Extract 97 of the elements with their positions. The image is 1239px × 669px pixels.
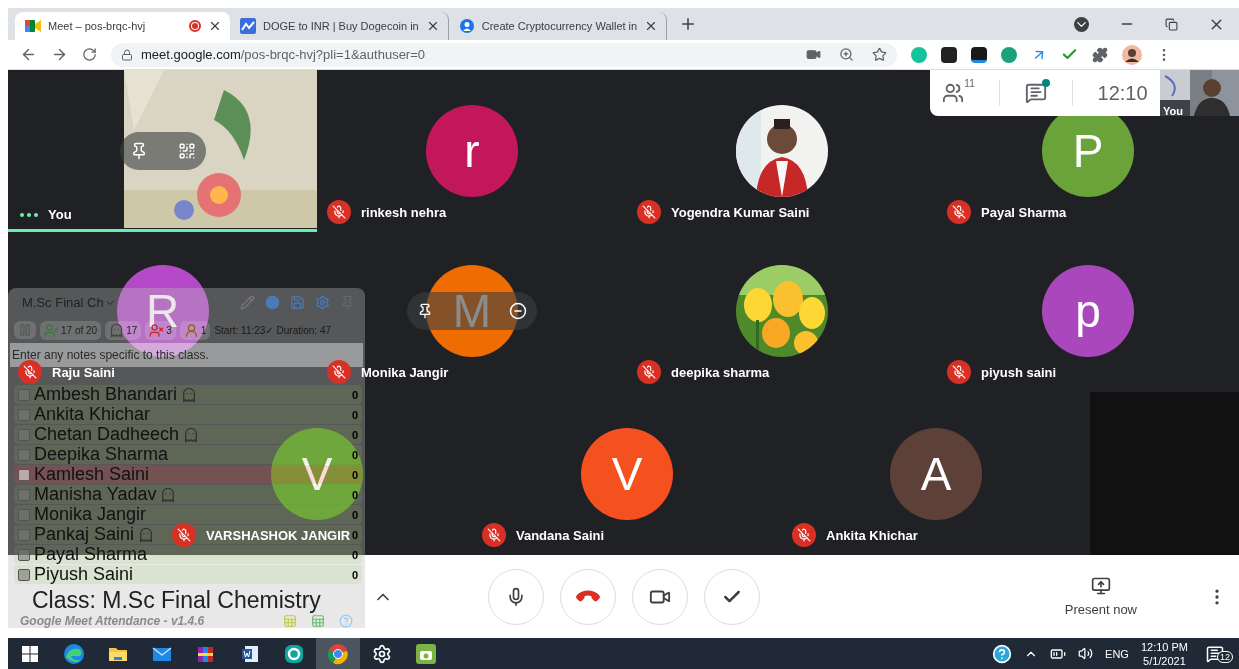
join-count: 0 <box>351 449 358 461</box>
avatar: M <box>426 265 518 357</box>
pin-icon[interactable] <box>417 303 433 319</box>
join-count: 0 <box>351 429 358 441</box>
student-name: Ambesh Bhandari <box>34 385 178 405</box>
student-name: Manisha Yadav <box>34 485 157 505</box>
student-name: Chetan Dadheech <box>34 425 180 445</box>
participant-name: piyush saini <box>981 364 1057 380</box>
participant-name: Payal Sharma <box>981 204 1067 220</box>
checkbox[interactable] <box>18 509 30 521</box>
checkbox[interactable] <box>18 569 30 581</box>
user-icon <box>183 322 199 338</box>
browser-tab[interactable]: Meet – pos-brqc-hvj <box>15 12 230 40</box>
checkbox[interactable] <box>18 409 30 421</box>
meeting-time: 12:10 <box>1097 81 1148 105</box>
camera-icon[interactable] <box>806 47 821 62</box>
close-icon[interactable] <box>208 19 222 33</box>
dropdown-icon[interactable] <box>1074 16 1089 32</box>
windows-icon <box>22 645 38 662</box>
ghost-icon <box>109 322 125 338</box>
chart-icon <box>240 18 256 34</box>
class-label: Class: M.Sc Final Chemistry <box>31 587 322 614</box>
reload-icon[interactable] <box>82 47 97 62</box>
avatar: p <box>1042 265 1134 357</box>
browser-icon[interactable] <box>63 642 85 665</box>
student-row[interactable]: Ankita Khichar 0 <box>14 405 362 425</box>
student-name: Pankaj Saini <box>34 525 135 545</box>
join-count: 0 <box>351 569 358 581</box>
student-row[interactable]: Monika Jangir 0 <box>14 505 362 525</box>
join-count: 0 <box>351 549 358 561</box>
join-count: 0 <box>351 469 358 481</box>
lock-icon <box>121 48 133 61</box>
student-name: Piyush Saini <box>34 565 134 585</box>
participant-name: deepika sharma <box>671 364 770 380</box>
user-check-icon <box>44 322 59 338</box>
tab-title: Create Cryptocurrency Wallet in <box>481 20 638 32</box>
volume-icon[interactable] <box>1078 646 1094 661</box>
url-text: meet.google.com/pos-brqc-hvj?pli=1&authuser=0 <box>141 47 425 62</box>
clock[interactable]: 12:10 PM 5/1/2021 <box>1140 639 1188 668</box>
present-now-button[interactable]: Present now <box>1064 576 1137 617</box>
screen-upload-icon <box>1090 576 1111 596</box>
robot-icon[interactable] <box>415 642 437 665</box>
avatar: A <box>890 427 982 520</box>
camera-icon <box>25 19 41 33</box>
chrome-icon[interactable] <box>327 642 349 665</box>
address-bar[interactable]: meet.google.com/pos-brqc-hvj?pli=1&authuser=0 <box>111 42 897 67</box>
participant-name: Ankita Khichar <box>826 527 918 543</box>
join-count: 0 <box>351 529 358 541</box>
participant-name: Vandana Saini <box>516 527 605 543</box>
student-name: Monika Jangir <box>34 505 147 525</box>
restore-icon[interactable] <box>1165 17 1178 31</box>
notification-count: 12 <box>1217 650 1233 663</box>
participant-name: Monika Jangir <box>361 364 449 380</box>
people-count: 11 <box>964 78 975 89</box>
language-indicator[interactable]: ENG <box>1105 647 1129 660</box>
avatar-icon[interactable] <box>1122 44 1142 65</box>
student-name: Kamlesh Saini <box>34 465 150 485</box>
tab-title: DOGE to INR | Buy Dogecoin in <box>263 20 419 32</box>
tab-title: Meet – pos-brqc-hvj <box>48 20 147 32</box>
participant-name: VARSHASHOK JANGIR <box>206 527 351 543</box>
student-row[interactable]: Ambesh Bhandari 0 <box>14 385 362 405</box>
star-icon[interactable] <box>872 47 887 62</box>
participant-name: rinkesh nehra <box>361 204 447 220</box>
extension-icon[interactable] <box>971 46 987 63</box>
avatar: V <box>581 427 673 520</box>
checkbox[interactable] <box>18 529 30 541</box>
remove-icon[interactable] <box>509 302 527 320</box>
checkbox[interactable] <box>18 549 30 561</box>
forward-icon[interactable] <box>51 46 68 63</box>
self-label: You <box>1163 105 1184 116</box>
back-icon[interactable] <box>20 46 37 63</box>
extension-icon[interactable] <box>941 46 957 63</box>
student-name: Deepika Sharma <box>34 445 169 465</box>
join-count: 0 <box>351 489 358 501</box>
timing-text: Start: 11:23✓ Duration: 47 <box>214 324 331 336</box>
version-text: Google Meet Attendance - v1.4.6 <box>20 613 205 628</box>
puzzle-icon[interactable] <box>1092 46 1108 63</box>
join-count: 0 <box>351 409 358 421</box>
student-name: Ankita Khichar <box>34 405 151 425</box>
checkbox[interactable] <box>18 449 30 461</box>
join-count: 0 <box>351 509 358 521</box>
checkbox[interactable] <box>18 469 30 481</box>
checkbox[interactable] <box>18 389 30 401</box>
zoom-icon[interactable] <box>839 47 854 62</box>
profile-icon <box>458 18 475 34</box>
pause-icon <box>18 323 32 338</box>
avatar: r <box>426 105 518 197</box>
student-name: Payal Sharma <box>34 545 148 565</box>
grid-icon[interactable] <box>178 142 196 160</box>
participant-name: Yogendra Kumar Saini <box>671 204 810 220</box>
more-dots-icon[interactable] <box>20 212 38 217</box>
checkbox[interactable] <box>18 429 30 441</box>
participant-name: You <box>48 207 72 222</box>
checkbox[interactable] <box>18 489 30 501</box>
join-count: 0 <box>351 389 358 401</box>
chat-icon[interactable] <box>1025 82 1048 104</box>
shield-icon[interactable] <box>283 642 305 665</box>
